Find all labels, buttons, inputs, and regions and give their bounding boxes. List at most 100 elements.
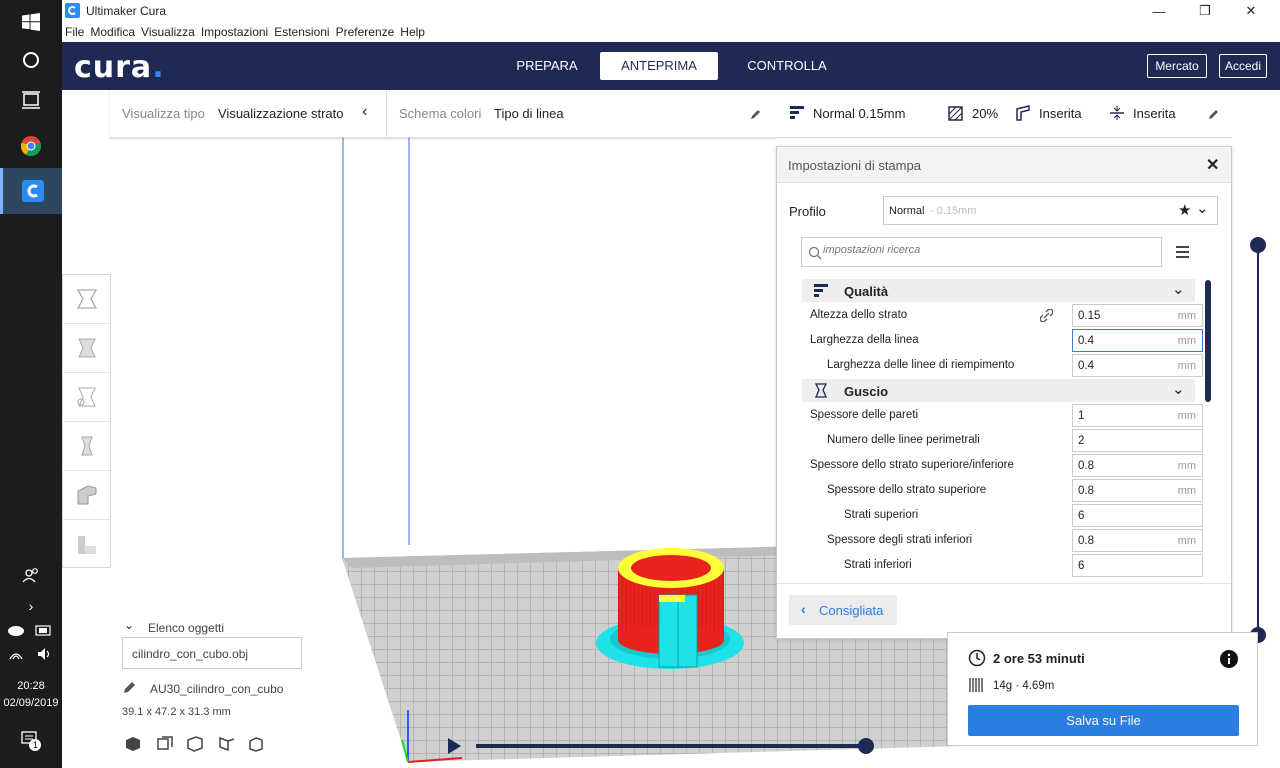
setting-bottom-thickness: Spessore degli strati inferiori 0.8 mm [785, 528, 1205, 553]
action-center-icon[interactable]: 1 [0, 730, 62, 755]
wall-line-count-input[interactable]: 2 [1072, 429, 1203, 452]
setting-wall-thickness: Spessore delle pareti 1 mm [785, 403, 1205, 428]
top-bottom-thickness-input[interactable]: 0.8 mm [1072, 454, 1203, 477]
model-dimensions: 39.1 x 47.2 x 31.3 mm [122, 706, 231, 718]
view-bar: Visualizza tipo Visualizzazione strato ‹… [110, 90, 776, 138]
tool-panel [62, 274, 111, 568]
bottom-thickness-input[interactable]: 0.8 mm [1072, 529, 1203, 552]
chrome-icon[interactable] [0, 124, 62, 168]
scrollbar-thumb[interactable] [1205, 280, 1211, 402]
clock-date[interactable]: 02/09/2019 [0, 697, 62, 709]
layer-height-input[interactable]: 0.15 mm [1072, 304, 1203, 327]
divider [386, 90, 387, 138]
minimize-button[interactable]: — [1136, 0, 1182, 22]
material-usage: 14g · 4.69m [993, 680, 1055, 692]
scale-tool-icon[interactable] [63, 324, 110, 373]
close-window-button[interactable]: ✕ [1228, 0, 1274, 22]
job-name[interactable]: AU30_cilindro_con_cubo [150, 682, 283, 696]
search-field[interactable] [801, 237, 1162, 267]
quality-icon [814, 284, 828, 297]
marketplace-button[interactable]: Mercato [1147, 54, 1207, 78]
infill-line-width-input[interactable]: 0.4 mm [1072, 354, 1203, 377]
login-button[interactable]: Accedi [1219, 54, 1267, 78]
wall-thickness-input[interactable]: 1 mm [1072, 404, 1203, 427]
chevron-left-icon: ‹ [801, 601, 806, 617]
chevron-down-icon[interactable]: ⌄ [1172, 380, 1185, 398]
recommended-button[interactable]: ‹ Consigliata [789, 595, 897, 625]
adhesion-icon [1110, 106, 1124, 120]
print-settings-bar[interactable]: Normal 0.15mm 20% Inserita Inserita [776, 90, 1232, 138]
search-input[interactable] [823, 244, 1143, 256]
chevron-left-icon[interactable]: ‹ [362, 103, 367, 121]
pencil-icon[interactable] [123, 680, 137, 694]
menu-preferenze[interactable]: Preferenze [336, 25, 395, 39]
object-list-header[interactable]: Elenco oggetti [148, 621, 224, 635]
pencil-icon[interactable] [750, 108, 762, 120]
cura-header: cura. PREPARA ANTEPRIMA CONTROLLA Mercat… [62, 42, 1280, 90]
cortana-search-icon[interactable] [0, 38, 62, 82]
setting-top-bottom-thickness: Spessore dello strato superiore/inferior… [785, 453, 1205, 478]
support-blocker-icon[interactable] [63, 520, 110, 569]
chevron-down-icon[interactable]: ⌄ [124, 618, 134, 632]
infill-summary: 20% [972, 106, 999, 121]
maximize-button[interactable]: ❐ [1182, 0, 1228, 22]
category-quality[interactable]: Qualità ⌄ [802, 279, 1195, 302]
menu-estensioni[interactable]: Estensioni [274, 25, 329, 39]
save-to-file-button[interactable]: Salva su File [968, 705, 1239, 736]
menu-visualizza[interactable]: Visualizza [141, 25, 195, 39]
object-list-item[interactable]: cilindro_con_cubo.obj [122, 637, 302, 669]
spool-icon [969, 678, 983, 692]
top-thickness-input[interactable]: 0.8 mm [1072, 479, 1203, 502]
cura-taskbar-icon[interactable] [0, 168, 62, 214]
show-hidden-icons-chevron-icon[interactable]: › [0, 598, 62, 614]
menu-file[interactable]: File [65, 25, 84, 39]
setting-layer-height: Altezza dello strato 0.15 mm [785, 303, 1205, 328]
print-settings-panel: Impostazioni di stampa ✕ Profilo Normal … [776, 146, 1232, 643]
info-icon[interactable] [1219, 649, 1239, 669]
stage-prepara[interactable]: PREPARA [500, 52, 594, 80]
profile-dropdown[interactable]: Normal - 0.15mm ★ ⌄ [883, 196, 1218, 225]
view-type-label: Visualizza tipo [122, 106, 205, 121]
mirror-tool-icon[interactable] [63, 422, 110, 471]
menu-help[interactable]: Help [400, 25, 425, 39]
print-estimate-panel: 2 ore 53 minuti 14g · 4.69m Salva su Fil… [947, 632, 1258, 746]
cura-app-icon [65, 3, 80, 18]
camera-view-icons[interactable] [124, 735, 274, 753]
color-scheme-label: Schema colori [399, 106, 482, 121]
color-scheme-dropdown[interactable]: Tipo di linea [494, 106, 564, 121]
settings-visibility-menu-icon[interactable] [1176, 246, 1190, 258]
windows-taskbar: › 20:28 02/09/2019 1 [0, 0, 62, 768]
task-view-icon[interactable] [0, 78, 62, 122]
star-icon[interactable]: ★ [1178, 201, 1191, 219]
view-type-dropdown[interactable]: Visualizzazione strato [218, 106, 344, 121]
clock-time[interactable]: 20:28 [0, 680, 62, 692]
chevron-down-icon[interactable]: ⌄ [1196, 199, 1209, 217]
setting-line-width: Larghezza della linea 0.4 mm [785, 328, 1205, 353]
stage-anteprima[interactable]: ANTEPRIMA [600, 52, 718, 80]
people-icon[interactable] [0, 553, 62, 597]
setting-infill-line-width: Larghezza delle linee di riempimento 0.4… [785, 353, 1205, 378]
category-shell[interactable]: Guscio ⌄ [802, 379, 1195, 402]
clock-icon [968, 649, 986, 667]
bottom-layers-input[interactable]: 6 [1072, 554, 1203, 577]
network-volume-icons[interactable] [0, 646, 62, 665]
tray-icons[interactable] [0, 622, 62, 641]
chevron-down-icon[interactable]: ⌄ [1172, 280, 1185, 298]
line-width-input[interactable]: 0.4 mm [1072, 329, 1203, 352]
move-tool-icon[interactable] [63, 275, 110, 324]
menu-impostazioni[interactable]: Impostazioni [201, 25, 268, 39]
pencil-icon[interactable] [1208, 108, 1220, 120]
top-layers-input[interactable]: 6 [1072, 504, 1203, 527]
close-icon[interactable]: ✕ [1206, 155, 1219, 175]
adhesion-summary: Inserita [1133, 106, 1176, 121]
per-model-settings-icon[interactable] [63, 471, 110, 520]
profile-label: Profilo [789, 204, 826, 219]
infill-icon [948, 106, 963, 121]
stage-controlla[interactable]: CONTROLLA [732, 52, 842, 80]
menu-modifica[interactable]: Modifica [90, 25, 135, 39]
profile-summary: Normal 0.15mm [813, 106, 906, 121]
setting-bottom-layers: Strati inferiori 6 [785, 553, 1205, 578]
rotate-tool-icon[interactable] [63, 373, 110, 422]
link-icon[interactable] [1040, 309, 1053, 322]
panel-footer-divider [777, 583, 1231, 584]
